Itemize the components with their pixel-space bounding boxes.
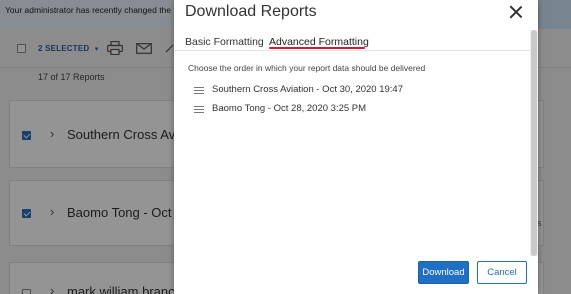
order-instructions: Choose the order in which your report da… xyxy=(188,63,426,73)
dialog-scrollbar[interactable] xyxy=(530,30,538,256)
tab-basic-formatting[interactable]: Basic Formatting xyxy=(185,36,264,48)
download-button[interactable]: Download xyxy=(418,261,469,284)
cancel-button[interactable]: Cancel xyxy=(477,261,527,284)
active-tab-indicator xyxy=(269,47,365,49)
scrollbar-thumb[interactable] xyxy=(531,30,537,256)
order-item-label: Southern Cross Aviation - Oct 30, 2020 1… xyxy=(212,84,403,95)
download-reports-dialog: Download Reports Basic Formatting Advanc… xyxy=(174,0,538,294)
close-icon[interactable] xyxy=(508,4,524,20)
order-item-label: Baomo Tong - Oct 28, 2020 3:25 PM xyxy=(212,103,367,114)
dialog-title: Download Reports xyxy=(185,3,317,20)
drag-handle-icon[interactable] xyxy=(194,106,204,114)
drag-handle-icon[interactable] xyxy=(194,87,204,95)
formatting-tabs: Basic Formatting Advanced Formatting xyxy=(174,31,530,51)
